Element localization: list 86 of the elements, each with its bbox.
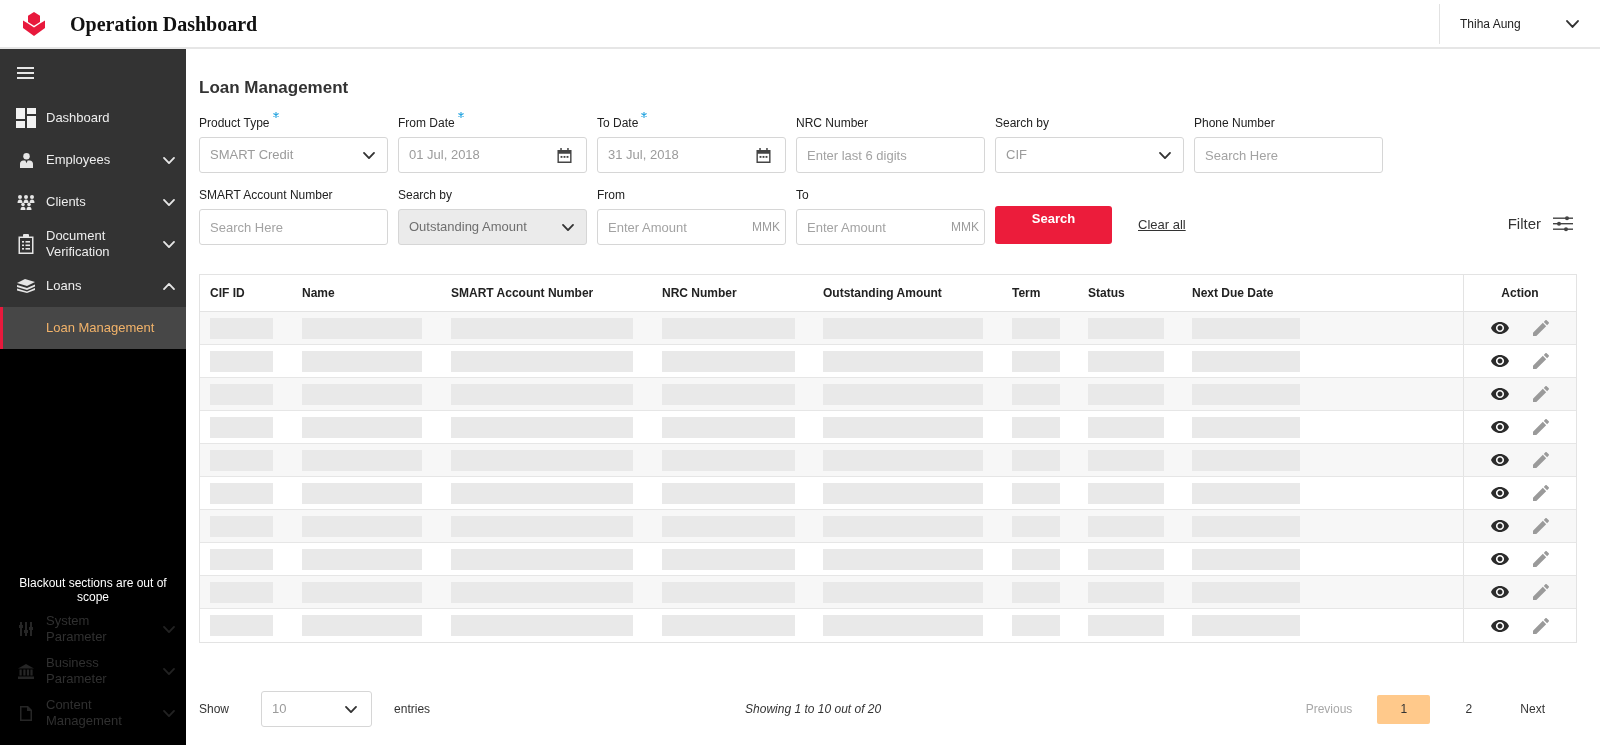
column-header: Outstanding Amount	[823, 285, 942, 302]
page-button[interactable]: 2	[1442, 694, 1496, 724]
column-header: Action	[1501, 285, 1539, 302]
eye-icon[interactable]	[1491, 520, 1509, 532]
chevron-down-icon	[345, 705, 358, 713]
pencil-icon[interactable]	[1533, 518, 1549, 534]
calendar-icon	[557, 147, 572, 163]
field-label: To	[796, 187, 809, 203]
people-icon	[17, 194, 35, 210]
next-button[interactable]: Next	[1507, 694, 1558, 724]
column-header: NRC Number	[662, 285, 737, 302]
dropdown-field[interactable]: SMART Credit	[199, 137, 388, 173]
document-icon	[20, 705, 32, 721]
sidebar-item[interactable]: Clients	[0, 181, 186, 223]
field-label: To Date	[597, 115, 639, 131]
clear-all-link[interactable]: Clear all	[1138, 214, 1186, 234]
pencil-icon[interactable]	[1533, 584, 1549, 600]
pagination-summary: Showing 1 to 10 out of 20	[745, 701, 882, 718]
filter-sliders-icon	[1553, 215, 1573, 232]
column-header: Term	[1012, 285, 1041, 302]
menu-icon[interactable]	[17, 67, 34, 79]
pencil-icon[interactable]	[1533, 386, 1549, 402]
pencil-icon[interactable]	[1533, 320, 1549, 336]
chevron-down-icon	[1566, 19, 1579, 28]
field-label: Search by	[398, 187, 453, 203]
chevron-down-icon	[363, 151, 375, 159]
field-label: From	[597, 187, 625, 203]
sliders-icon	[19, 622, 33, 636]
dropdown-field[interactable]: CIF	[995, 137, 1184, 173]
currency-label: MMK	[951, 219, 979, 235]
field-label: Search by	[995, 115, 1050, 131]
eye-icon[interactable]	[1491, 487, 1509, 499]
pencil-icon[interactable]	[1533, 452, 1549, 468]
eye-icon[interactable]	[1491, 421, 1509, 433]
sidebar-subitem[interactable]: Loan Management	[0, 307, 186, 349]
input-field[interactable]: Enter last 6 digits	[796, 137, 985, 173]
input-field[interactable]: Search Here	[199, 209, 388, 245]
pencil-icon[interactable]	[1533, 419, 1549, 435]
page-size-dropdown[interactable]: 10	[261, 691, 373, 727]
field-label: NRC Number	[796, 115, 868, 131]
bank-icon	[18, 663, 34, 679]
pencil-icon[interactable]	[1533, 617, 1549, 634]
date-field[interactable]: 31 Jul, 2018	[597, 137, 786, 173]
field-label: Phone Number	[1194, 115, 1275, 131]
logo-icon	[23, 11, 45, 36]
column-header: Next Due Date	[1192, 285, 1274, 302]
column-header: SMART Account Number	[451, 285, 594, 302]
eye-icon[interactable]	[1491, 586, 1509, 598]
page-title: Loan Management	[199, 77, 350, 99]
column-header: Status	[1088, 285, 1125, 302]
pencil-icon[interactable]	[1533, 353, 1549, 369]
input-field[interactable]: Search Here	[1194, 137, 1383, 173]
field-label: SMART Account Number	[199, 187, 333, 203]
eye-icon[interactable]	[1491, 388, 1509, 400]
sidebar-item[interactable]: Dashboard	[0, 97, 186, 139]
pencil-icon[interactable]	[1533, 485, 1549, 501]
user-menu[interactable]: Thiha Aung	[1440, 0, 1600, 47]
show-label: Show	[199, 701, 230, 718]
chevron-down-icon	[562, 223, 574, 231]
eye-icon[interactable]	[1491, 322, 1509, 334]
page-button[interactable]: 1	[1377, 694, 1431, 724]
search-button[interactable]: Search	[995, 206, 1112, 244]
calendar-icon	[756, 147, 771, 163]
person-icon	[19, 152, 33, 168]
field-label: Product Type	[199, 115, 270, 131]
sidebar-item[interactable]: Loans	[0, 265, 186, 307]
clipboard-icon	[18, 234, 34, 254]
column-header: Name	[302, 285, 335, 302]
eye-icon[interactable]	[1491, 553, 1509, 565]
field-label: From Date	[398, 115, 455, 131]
eye-icon[interactable]	[1491, 355, 1509, 367]
money-stack-icon	[17, 279, 35, 293]
column-header: CIF ID	[210, 285, 245, 302]
sidebar-item[interactable]: Document Verification	[0, 223, 186, 265]
eye-icon[interactable]	[1491, 619, 1509, 632]
grid-icon	[16, 108, 36, 128]
app-title: Operation Dashboard	[70, 11, 258, 38]
date-field[interactable]: 01 Jul, 2018	[398, 137, 587, 173]
chevron-down-icon	[1159, 151, 1171, 159]
entries-label: entries	[394, 701, 431, 718]
pencil-icon[interactable]	[1533, 551, 1549, 567]
sidebar-item[interactable]: Employees	[0, 139, 186, 181]
currency-label: MMK	[752, 219, 780, 235]
sidebar-notice: Blackout sections are out of scope	[18, 576, 168, 604]
eye-icon[interactable]	[1491, 454, 1509, 466]
filter-button[interactable]: Filter	[1507, 212, 1573, 235]
